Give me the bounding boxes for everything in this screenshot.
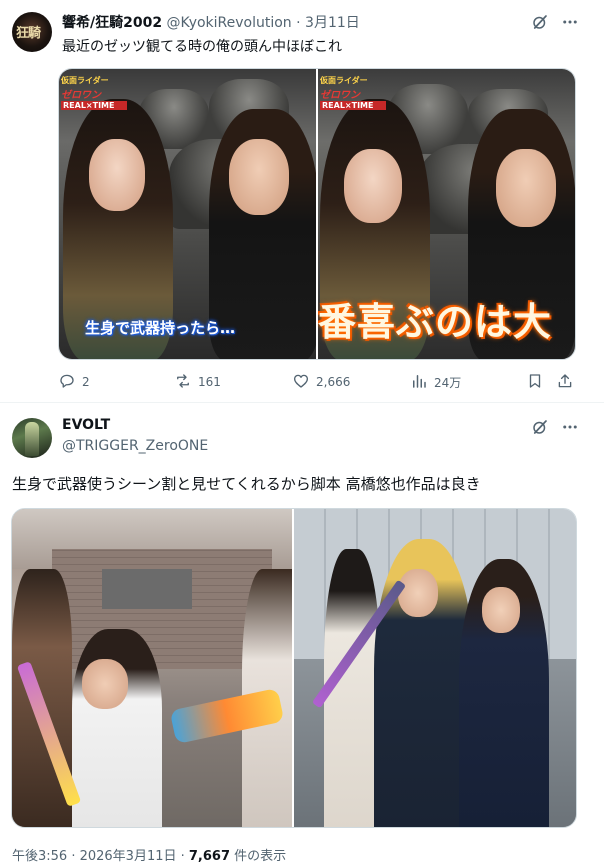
bookmark-icon: [526, 372, 544, 393]
bookmark-button[interactable]: [526, 372, 544, 392]
tweet-text: 生身で武器使うシーン割と見せてくれるから脚本 高橋悠也作品は良き: [12, 475, 481, 493]
more-icon[interactable]: [560, 12, 580, 32]
tweet-media[interactable]: [11, 508, 577, 828]
views-icon: [410, 372, 428, 393]
logo-line-1: 仮面ライダー: [61, 76, 109, 85]
grok-icon[interactable]: [530, 417, 550, 437]
show-logo-left: 仮面ライダー ゼロワン REAL×TIME: [61, 75, 127, 110]
reply-icon: [58, 372, 76, 393]
tweet-actions: 2 161 2,666 24万: [58, 372, 578, 392]
media-image-left[interactable]: 仮面ライダー ゼロワン REAL×TIME 生身で武器持ったら…: [59, 69, 316, 359]
logo-line-1: 仮面ライダー: [320, 76, 368, 85]
subtitle-caption-right: 番喜ぶのは大: [318, 300, 553, 344]
avatar[interactable]: [12, 418, 52, 458]
avatar[interactable]: 狂騎: [12, 12, 52, 52]
logo-line-3: REAL×TIME: [320, 101, 386, 110]
repost-button[interactable]: 161: [174, 372, 221, 392]
views-button[interactable]: 24万: [410, 372, 461, 392]
tweet-meta: 午後3:56 · 2026年3月11日 · 7,667 件の表示: [12, 845, 286, 864]
grok-icon[interactable]: [530, 12, 550, 32]
tweet-header: 響希/狂騎2002 @KyokiRevolution · 3月11日: [62, 12, 360, 32]
display-name[interactable]: 響希/狂騎2002: [62, 15, 162, 31]
views-count: 24万: [434, 375, 462, 390]
view-suffix: 件の表示: [230, 849, 287, 864]
reply-count: 2: [82, 375, 90, 389]
logo-line-2: ゼロワン: [61, 90, 101, 101]
logo-line-2: ゼロワン: [320, 90, 360, 101]
repost-icon: [174, 372, 192, 393]
repost-count: 161: [198, 375, 221, 389]
media-image-left[interactable]: [12, 509, 292, 827]
subtitle-caption-left: 生身で武器持ったら…: [85, 319, 236, 337]
share-button[interactable]: [556, 372, 574, 392]
tweet-date[interactable]: 3月11日: [305, 15, 360, 31]
user-handle[interactable]: @KyokiRevolution: [167, 15, 292, 31]
separator-dot: ·: [296, 15, 301, 31]
like-button[interactable]: 2,666: [292, 372, 350, 392]
tweet-divider: [0, 402, 604, 403]
view-count: 7,667: [188, 849, 231, 864]
media-image-right[interactable]: [294, 509, 576, 827]
display-name[interactable]: EVOLT: [62, 417, 110, 433]
share-icon: [556, 372, 574, 393]
upper-tweet[interactable]: 狂騎 響希/狂騎2002 @KyokiRevolution · 3月11日 最近…: [0, 0, 604, 402]
tweet-timestamp[interactable]: 午後3:56 · 2026年3月11日 ·: [12, 849, 189, 864]
like-icon: [292, 372, 310, 393]
user-handle[interactable]: @TRIGGER_ZeroONE: [62, 438, 208, 454]
more-icon[interactable]: [560, 417, 580, 437]
tweet-media[interactable]: 仮面ライダー ゼロワン REAL×TIME 生身で武器持ったら… 仮面ライダー …: [58, 68, 576, 360]
media-image-right[interactable]: 仮面ライダー ゼロワン REAL×TIME 番喜ぶのは大: [318, 69, 575, 359]
tweet-text: 最近のゼッツ観てる時の俺の頭ん中ほぼこれ: [62, 39, 342, 55]
show-logo-right: 仮面ライダー ゼロワン REAL×TIME: [320, 75, 386, 110]
reply-button[interactable]: 2: [58, 372, 90, 392]
avatar-text: 狂騎: [16, 26, 41, 41]
logo-line-3: REAL×TIME: [61, 101, 127, 110]
like-count: 2,666: [316, 375, 351, 389]
